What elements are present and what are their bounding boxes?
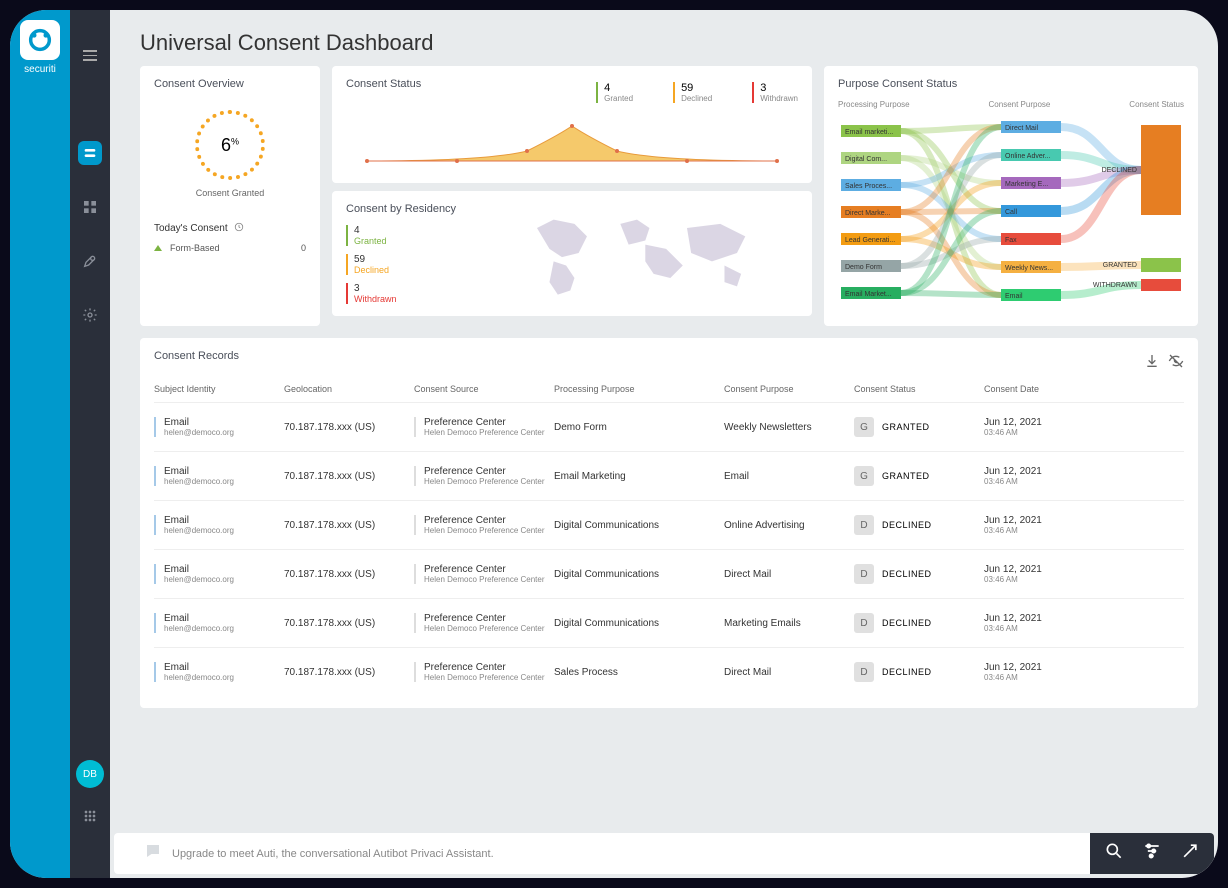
consent-gauge: 6% Consent Granted [154, 100, 306, 208]
page-title: Universal Consent Dashboard [140, 30, 1188, 56]
svg-text:Online Adver...: Online Adver... [1005, 153, 1051, 160]
svg-text:Direct Mail: Direct Mail [1005, 125, 1039, 132]
svg-text:DECLINED: DECLINED [1102, 167, 1137, 174]
page-header: Universal Consent Dashboard [110, 10, 1218, 66]
overview-title: Consent Overview [154, 78, 306, 90]
table-row[interactable]: Emailhelen@democo.org 70.187.178.xxx (US… [154, 500, 1184, 549]
svg-text:Digital Com...: Digital Com... [845, 156, 887, 163]
svg-text:WITHDRAWN: WITHDRAWN [1093, 282, 1137, 289]
filter-icon[interactable] [1142, 841, 1162, 866]
search-icon[interactable] [1104, 841, 1124, 866]
nav-item-consent[interactable] [78, 141, 102, 165]
status-chart [346, 111, 798, 171]
svg-text:Sales Proces...: Sales Proces... [845, 183, 892, 190]
form-based-label: Form-Based [170, 243, 220, 253]
residency-title: Consent by Residency [346, 203, 456, 215]
bottom-bar: Upgrade to meet Auti, the conversational… [114, 833, 1214, 874]
svg-text:Email Market...: Email Market... [845, 291, 892, 298]
upgrade-message: Upgrade to meet Auti, the conversational… [172, 848, 494, 860]
svg-text:Direct Marke...: Direct Marke... [845, 210, 891, 217]
nav-item-dashboard[interactable] [78, 195, 102, 219]
svg-text:Call: Call [1005, 209, 1018, 216]
svg-text:GRANTED: GRANTED [1103, 262, 1137, 269]
consent-residency-card: Consent by Residency 4Granted 59Declined… [332, 191, 812, 316]
records-title: Consent Records [154, 350, 239, 362]
svg-text:Fax: Fax [1005, 237, 1017, 244]
svg-text:Weekly News...: Weekly News... [1005, 265, 1053, 272]
nav-item-settings[interactable] [78, 303, 102, 327]
visibility-off-icon[interactable] [1168, 353, 1184, 369]
user-avatar[interactable]: DB [76, 760, 104, 788]
table-row[interactable]: Emailhelen@democo.org 70.187.178.xxx (US… [154, 402, 1184, 451]
svg-text:Email marketi...: Email marketi... [845, 129, 893, 136]
clock-icon [234, 222, 244, 235]
triangle-up-icon [154, 245, 162, 251]
expand-icon[interactable] [1180, 841, 1200, 866]
form-based-count: 0 [301, 243, 306, 253]
nav-item-apps[interactable] [78, 804, 102, 828]
app-frame: securiti DB Universal Consent Dashboard [10, 10, 1218, 878]
world-map-icon [476, 203, 798, 303]
table-row[interactable]: Emailhelen@democo.org 70.187.178.xxx (US… [154, 598, 1184, 647]
svg-text:Lead Generati...: Lead Generati... [845, 237, 895, 244]
chat-bubble-icon [144, 842, 162, 865]
main-content: Universal Consent Dashboard Consent Over… [110, 10, 1218, 878]
table-row[interactable]: Emailhelen@democo.org 70.187.178.xxx (US… [154, 647, 1184, 696]
sankey-chart: Email marketi... Digital Com... Sales Proc… [838, 115, 1184, 315]
consent-records-card: Consent Records Subject IdentityGeolocat… [140, 338, 1198, 708]
svg-text:Demo Form: Demo Form [845, 264, 882, 271]
download-icon[interactable] [1144, 353, 1160, 369]
table-row[interactable]: Emailhelen@democo.org 70.187.178.xxx (US… [154, 451, 1184, 500]
svg-text:Email: Email [1005, 293, 1023, 300]
consent-status-card: Consent Status 4Granted 59Declined 3With… [332, 66, 812, 183]
brand-sidebar: securiti [10, 10, 70, 878]
brand-logo-icon [20, 20, 60, 60]
nav-item-tools[interactable] [78, 249, 102, 273]
today-consent-label: Today's Consent [154, 223, 228, 234]
purpose-status-card: Purpose Consent Status Processing Purpos… [824, 66, 1198, 326]
table-header: Subject IdentityGeolocationConsent Sourc… [154, 384, 1184, 402]
table-row[interactable]: Emailhelen@democo.org 70.187.178.xxx (US… [154, 549, 1184, 598]
brand-name: securiti [24, 64, 56, 75]
menu-toggle-icon[interactable] [83, 50, 97, 61]
consent-overview-card: Consent Overview 6% Consent Granted Toda… [140, 66, 320, 326]
svg-text:Marketing E...: Marketing E... [1005, 181, 1048, 188]
purpose-title: Purpose Consent Status [838, 78, 1184, 90]
nav-sidebar: DB [70, 10, 110, 878]
